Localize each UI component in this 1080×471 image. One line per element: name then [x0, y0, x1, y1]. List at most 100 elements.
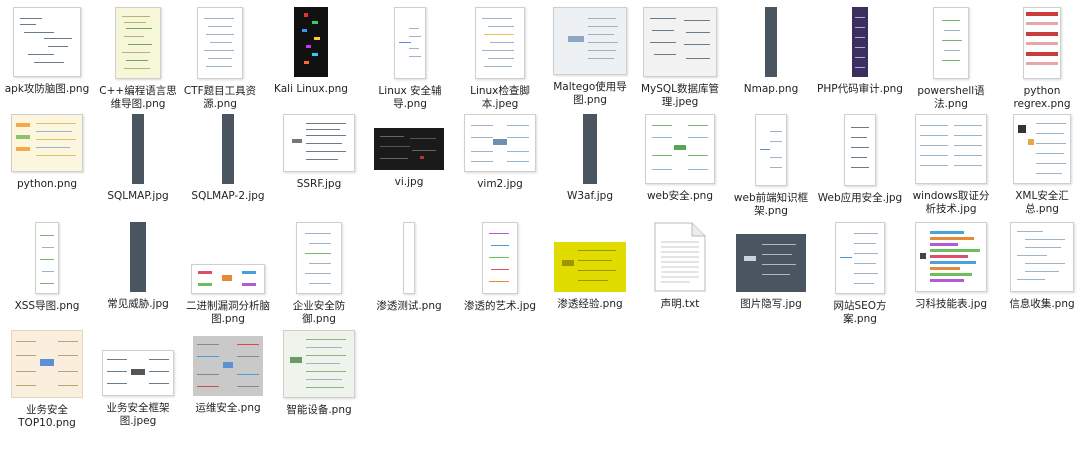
file-tile[interactable]: SQLMAP.jpg [94, 114, 182, 203]
file-tile[interactable]: Maltego使用导图.png [546, 7, 634, 107]
file-name: 运维安全.png [195, 402, 261, 414]
file-tile[interactable]: MySQL数据库管理.jpeg [636, 7, 724, 109]
image-thumbnail [736, 234, 806, 292]
file-tile[interactable]: vim2.jpg [456, 114, 544, 191]
image-thumbnail [643, 7, 717, 77]
file-name: 智能设备.png [286, 404, 352, 416]
file-tile[interactable]: 渗透的艺术.jpg [456, 222, 544, 313]
file-name: python.png [16, 178, 78, 190]
file-tile[interactable]: web安全.png [636, 114, 724, 203]
file-name: 信息收集.png [1009, 298, 1075, 310]
image-thumbnail [464, 114, 536, 172]
file-name: 业务安全TOP10.png [18, 404, 76, 429]
file-tile[interactable]: 渗透经验.png [546, 222, 634, 311]
image-thumbnail [222, 114, 234, 184]
file-tile[interactable]: Nmap.png [727, 7, 815, 96]
image-thumbnail [1023, 7, 1061, 79]
file-name: powershell语法.png [917, 85, 985, 110]
image-thumbnail [645, 114, 715, 184]
file-tile[interactable]: windows取证分析技术.jpg [907, 114, 995, 216]
image-thumbnail [1013, 114, 1071, 184]
file-name: 渗透经验.png [557, 298, 623, 310]
image-thumbnail [915, 222, 987, 292]
file-name: 渗透的艺术.jpg [463, 300, 537, 312]
file-tile[interactable]: SQLMAP-2.jpg [184, 114, 272, 203]
file-name: 图片隐写.jpg [740, 298, 802, 310]
file-name: CTF题目工具资源.png [183, 85, 257, 110]
file-tile[interactable]: Linux检查脚本.jpeg [456, 7, 544, 111]
file-tile[interactable]: powershell语法.png [907, 7, 995, 111]
file-tile[interactable]: 声明.txt [636, 222, 724, 311]
file-tile[interactable]: 二进制漏洞分析脑图.png [184, 222, 272, 326]
file-tile[interactable]: vi.jpg [365, 114, 453, 189]
image-thumbnail [283, 114, 355, 172]
file-tile[interactable]: W3af.jpg [546, 114, 634, 203]
image-thumbnail [102, 350, 174, 396]
file-tile[interactable]: 业务安全框架图.jpeg [94, 330, 182, 428]
file-name: web前端知识框架.png [733, 192, 809, 217]
image-thumbnail [193, 336, 263, 396]
file-tile[interactable]: 渗透测试.png [365, 222, 453, 313]
file-tile[interactable]: 常见威胁.jpg [94, 222, 182, 311]
file-tile[interactable]: CTF题目工具资源.png [176, 7, 264, 111]
file-tile[interactable]: SSRF.jpg [275, 114, 363, 191]
image-thumbnail [11, 330, 83, 398]
file-tile[interactable]: 业务安全TOP10.png [3, 330, 91, 430]
file-tile[interactable]: python regrex.png [998, 7, 1080, 111]
image-thumbnail [554, 242, 626, 292]
file-tile[interactable]: Kali Linux.png [267, 7, 355, 96]
file-name: 企业安全防御.png [292, 300, 346, 325]
image-thumbnail [475, 7, 525, 79]
image-thumbnail [13, 7, 81, 77]
image-thumbnail [583, 114, 597, 184]
file-name: 业务安全框架图.jpeg [106, 402, 170, 427]
file-name: 常见威胁.jpg [107, 298, 169, 310]
file-name: Kali Linux.png [274, 83, 348, 95]
file-tile[interactable]: Linux 安全辅导.png [366, 7, 454, 111]
file-tile[interactable]: web前端知识框架.png [727, 114, 815, 218]
image-thumbnail [374, 128, 444, 170]
file-name: XSS导图.png [14, 300, 80, 312]
file-name: vi.jpg [394, 176, 424, 188]
file-tile[interactable]: 网站SEO方案.png [816, 222, 904, 326]
image-thumbnail [283, 330, 355, 398]
image-thumbnail [130, 222, 146, 292]
file-name: web安全.png [646, 190, 714, 202]
file-name: SQLMAP.jpg [107, 190, 169, 202]
file-name: 网站SEO方案.png [833, 300, 887, 325]
image-thumbnail [115, 7, 161, 79]
image-thumbnail [132, 114, 144, 184]
file-tile[interactable]: 习科技能表.jpg [907, 222, 995, 311]
file-name: SQLMAP-2.jpg [191, 190, 265, 202]
image-thumbnail [844, 114, 876, 186]
image-thumbnail [915, 114, 987, 184]
file-tile[interactable]: C++编程语言思维导图.png [94, 7, 182, 111]
file-tile[interactable]: python.png [3, 114, 91, 191]
file-name: vim2.jpg [477, 178, 523, 190]
image-thumbnail [197, 7, 243, 79]
file-name: Maltego使用导图.png [553, 81, 627, 106]
file-tile[interactable]: 信息收集.png [998, 222, 1080, 311]
image-thumbnail [35, 222, 59, 294]
file-tile[interactable]: 智能设备.png [275, 330, 363, 417]
file-tile[interactable]: PHP代码审计.png [816, 7, 904, 96]
file-name: Nmap.png [743, 83, 799, 95]
file-tile[interactable]: 运维安全.png [184, 330, 272, 415]
file-tile[interactable]: Web应用安全.jpg [816, 114, 904, 205]
file-name: python regrex.png [1013, 85, 1071, 110]
file-name: PHP代码审计.png [817, 83, 903, 95]
file-name: windows取证分析技术.jpg [912, 190, 990, 215]
file-tile[interactable]: apk攻防脑图.png [3, 7, 91, 96]
image-thumbnail [482, 222, 518, 294]
file-name: Linux检查脚本.jpeg [470, 85, 530, 110]
image-thumbnail [852, 7, 868, 77]
file-tile[interactable]: XSS导图.png [3, 222, 91, 313]
file-tile[interactable]: 企业安全防御.png [275, 222, 363, 326]
image-thumbnail [11, 114, 83, 172]
file-tile[interactable]: XML安全汇总.png [998, 114, 1080, 216]
file-name: 习科技能表.jpg [914, 298, 988, 310]
image-thumbnail [933, 7, 969, 79]
image-thumbnail [296, 222, 342, 294]
file-name: 二进制漏洞分析脑图.png [186, 300, 270, 325]
file-tile[interactable]: 图片隐写.jpg [727, 222, 815, 311]
